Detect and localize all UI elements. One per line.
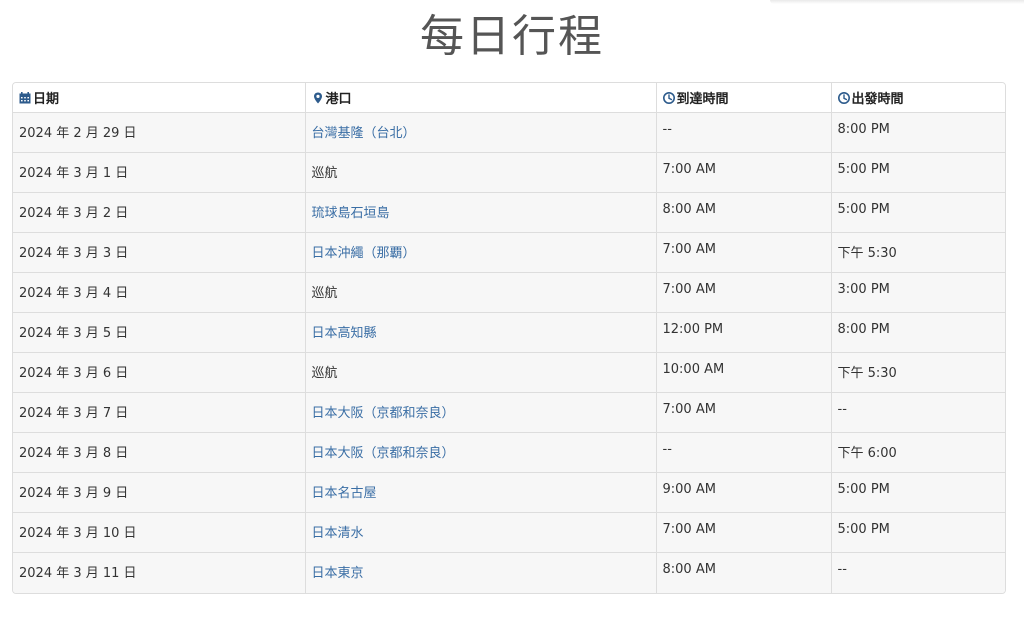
header-port: 港口 <box>305 83 657 113</box>
date-cell: 2024 年 3 月 8 日 <box>13 432 306 473</box>
arrival-time-cell: 7:00 AM <box>656 232 832 273</box>
top-bar-edge <box>770 0 1024 4</box>
table-row: 2024 年 3 月 7 日日本大阪（京都和奈良） 7:00 AM -- <box>13 392 1005 433</box>
arrival-time-cell: 8:00 AM <box>656 192 832 233</box>
header-departure: 出發時間 <box>831 83 1005 113</box>
itinerary-body: 2024 年 2 月 29 日台灣基隆（台北） -- 8:00 PM 2024 年 3… <box>13 112 1005 593</box>
port-link[interactable]: 日本大阪（京都和奈良） <box>305 392 657 433</box>
departure-time-cell: 5:00 PM <box>831 192 1005 233</box>
header-date-label: 日期 <box>33 92 60 107</box>
table-row: 2024 年 3 月 2 日琉球島石垣島 8:00 AM 5:00 PM <box>13 192 1005 233</box>
port-link[interactable]: 日本名古屋 <box>305 472 657 513</box>
arrival-time-cell: 7:00 AM <box>656 512 832 553</box>
date-cell: 2024 年 2 月 29 日 <box>13 112 306 153</box>
table-row: 2024 年 3 月 9 日日本名古屋 9:00 AM 5:00 PM <box>13 472 1005 513</box>
itinerary-table: 日期 港口 到達時間 出發時間 2024 年 2 月 29 日 台灣基隆（台北）… <box>13 83 1005 593</box>
departure-time-cell: 下午 6:00 <box>831 432 1005 473</box>
date-cell: 2024 年 3 月 6 日 <box>13 352 306 393</box>
departure-time-cell: 5:00 PM <box>831 152 1005 193</box>
departure-time-cell: 下午 5:30 <box>831 232 1005 273</box>
port-cell: 巡航 <box>305 272 657 313</box>
arrival-time-cell: 8:00 AM <box>656 552 832 593</box>
port-link[interactable]: 台灣基隆（台北） <box>305 112 657 153</box>
date-cell: 2024 年 3 月 1 日 <box>13 152 306 193</box>
departure-time-cell: 5:00 PM <box>831 512 1005 553</box>
port-link[interactable]: 日本高知縣 <box>305 312 657 353</box>
table-row: 2024 年 3 月 8 日日本大阪（京都和奈良） -- 下午 6:00 <box>13 432 1005 473</box>
page-title: 每日行程 <box>420 11 604 62</box>
header-date: 日期 <box>13 83 306 113</box>
clock-icon <box>837 92 850 104</box>
table-row: 2024 年 3 月 1 日巡航 7:00 AM 5:00 PM <box>13 152 1005 193</box>
table-row: 2024 年 3 月 4 日巡航 7:00 AM 3:00 PM <box>13 272 1005 313</box>
departure-time-cell: 3:00 PM <box>831 272 1005 313</box>
table-header-row: 日期 港口 到達時間 出發時間 <box>13 83 1005 113</box>
departure-time-cell: 5:00 PM <box>831 472 1005 513</box>
arrival-time-cell: 10:00 AM <box>656 352 832 393</box>
header-arrival: 到達時間 <box>656 83 832 113</box>
date-cell: 2024 年 3 月 7 日 <box>13 392 306 433</box>
date-cell: 2024 年 3 月 3 日 <box>13 232 306 273</box>
port-cell: 巡航 <box>305 152 657 193</box>
port-cell: 巡航 <box>305 352 657 393</box>
table-row: 2024 年 3 月 11 日日本東京 8:00 AM -- <box>13 552 1005 593</box>
departure-time-cell: 8:00 PM <box>831 112 1005 153</box>
port-link[interactable]: 日本清水 <box>305 512 657 553</box>
arrival-time-cell: 12:00 PM <box>656 312 832 353</box>
table-row: 2024 年 3 月 5 日日本高知縣 12:00 PM 8:00 PM <box>13 312 1005 353</box>
date-cell: 2024 年 3 月 2 日 <box>13 192 306 233</box>
port-link[interactable]: 日本沖繩（那覇） <box>305 232 657 273</box>
clock-icon <box>662 92 675 104</box>
port-link[interactable]: 琉球島石垣島 <box>305 192 657 233</box>
calendar-icon <box>19 92 31 104</box>
arrival-time-cell: 7:00 AM <box>656 392 832 433</box>
arrival-time-cell: 7:00 AM <box>656 272 832 313</box>
arrival-time-cell: 7:00 AM <box>656 152 832 193</box>
date-cell: 2024 年 3 月 11 日 <box>13 552 306 593</box>
departure-time-cell: 8:00 PM <box>831 312 1005 353</box>
table-row: 2024 年 3 月 3 日日本沖繩（那覇） 7:00 AM 下午 5:30 <box>13 232 1005 273</box>
date-cell: 2024 年 3 月 5 日 <box>13 312 306 353</box>
header-departure-label: 出發時間 <box>851 92 904 107</box>
header-port-label: 港口 <box>325 92 352 107</box>
table-row: 2024 年 3 月 10 日日本清水 7:00 AM 5:00 PM <box>13 512 1005 553</box>
map-marker-icon <box>313 92 322 104</box>
arrival-time-cell: 9:00 AM <box>656 472 832 513</box>
departure-time-cell: -- <box>831 392 1005 433</box>
departure-time-cell: -- <box>831 552 1005 593</box>
arrival-time-cell: -- <box>656 432 832 473</box>
table-row: 2024 年 2 月 29 日台灣基隆（台北） -- 8:00 PM <box>13 112 1005 153</box>
arrival-time-cell: -- <box>656 112 832 153</box>
port-link[interactable]: 日本大阪（京都和奈良） <box>305 432 657 473</box>
header-arrival-label: 到達時間 <box>676 92 729 107</box>
date-cell: 2024 年 3 月 10 日 <box>13 512 306 553</box>
departure-time-cell: 下午 5:30 <box>831 352 1005 393</box>
itinerary-table-container: 日期 港口 到達時間 出發時間 2024 年 2 月 29 日 台灣基隆（台北）… <box>12 82 1006 594</box>
date-cell: 2024 年 3 月 4 日 <box>13 272 306 313</box>
table-row: 2024 年 3 月 6 日巡航 10:00 AM 下午 5:30 <box>13 352 1005 393</box>
port-link[interactable]: 日本東京 <box>305 552 657 593</box>
date-cell: 2024 年 3 月 9 日 <box>13 472 306 513</box>
